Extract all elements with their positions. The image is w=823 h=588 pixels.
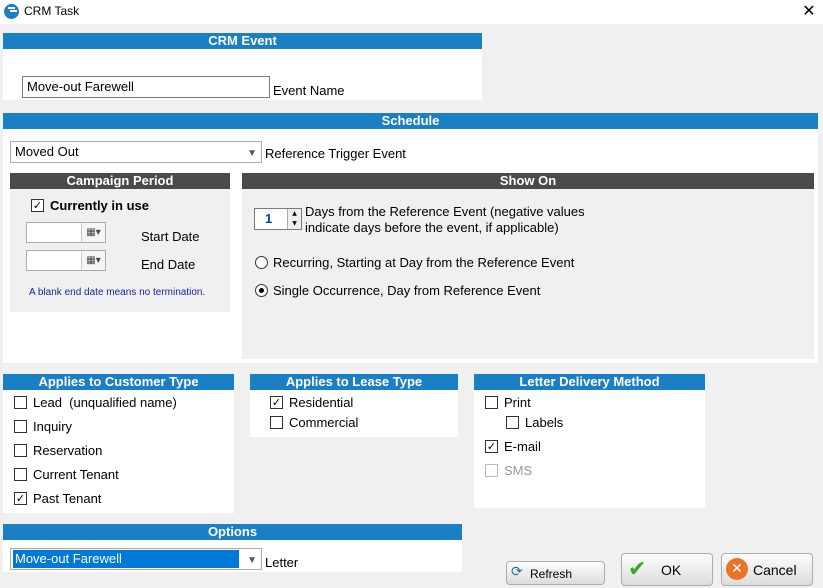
calendar-icon[interactable]: ▦▾ (81, 223, 105, 242)
residential-checkbox[interactable]: ✓ (270, 396, 283, 409)
crm-event-header: CRM Event (3, 33, 482, 49)
single-occurrence-label: Single Occurrence, Day from Reference Ev… (273, 283, 541, 298)
print-checkbox[interactable] (485, 396, 498, 409)
end-date-picker[interactable]: ▦▾ (26, 250, 106, 271)
calendar-icon[interactable]: ▦▾ (81, 251, 105, 270)
recurring-label: Recurring, Starting at Day from the Refe… (273, 255, 575, 270)
reservation-label: Reservation (33, 443, 103, 458)
commercial-checkbox[interactable] (270, 416, 283, 429)
lead-label: Lead (unqualified name) (33, 395, 177, 410)
show-on-header: Show On (242, 173, 814, 189)
options-panel: Options Move-out Farewell ▼ Letter (3, 524, 462, 572)
ok-button[interactable]: ✔ OK (621, 553, 713, 586)
delivery-method-header: Letter Delivery Method (474, 374, 705, 390)
residential-label: Residential (289, 395, 354, 410)
inquiry-label: Inquiry (33, 419, 73, 434)
print-label: Print (504, 395, 531, 410)
days-text-line1: Days from the Reference Event (negative … (305, 204, 585, 219)
show-on-box: Show On 1 ▲ ▼ Days from the Reference Ev… (242, 173, 814, 359)
schedule-header: Schedule (3, 113, 818, 129)
cancel-label: Cancel (753, 562, 797, 578)
start-date-picker[interactable]: ▦▾ (26, 222, 106, 243)
app-icon (4, 4, 19, 19)
delivery-method-panel: Letter Delivery Method Print Labels ✓ E-… (474, 374, 705, 508)
trigger-event-select[interactable]: Moved Out ▼ (10, 141, 262, 163)
refresh-icon: ⟳ (511, 564, 523, 580)
current-tenant-checkbox[interactable] (14, 468, 27, 481)
lease-type-header: Applies to Lease Type (250, 374, 458, 390)
lead-checkbox[interactable] (14, 396, 27, 409)
schedule-panel: Schedule Moved Out ▼ Reference Trigger E… (3, 113, 818, 363)
window-title: CRM Task (24, 4, 80, 18)
spin-up-icon[interactable]: ▲ (288, 209, 301, 219)
days-text-line2: indicate days before the event, if appli… (305, 220, 559, 235)
past-tenant-label: Past Tenant (33, 491, 102, 506)
labels-label: Labels (525, 415, 564, 430)
commercial-label: Commercial (289, 415, 359, 430)
letter-select[interactable]: Move-out Farewell ▼ (10, 548, 262, 570)
reservation-checkbox[interactable] (14, 444, 27, 457)
inquiry-checkbox[interactable] (14, 420, 27, 433)
event-name-label: Event Name (273, 83, 345, 98)
campaign-period-header: Campaign Period (10, 173, 230, 189)
days-spinner[interactable]: 1 ▲ ▼ (254, 208, 302, 230)
email-label: E-mail (504, 439, 541, 454)
sms-label: SMS (504, 463, 533, 478)
start-date-label: Start Date (141, 229, 200, 244)
ok-label: OK (661, 562, 682, 578)
letter-selected-value: Move-out Farewell (13, 550, 239, 568)
event-name-input[interactable]: Move-out Farewell (22, 76, 270, 98)
customer-type-panel: Applies to Customer Type Lead (unqualifi… (3, 374, 234, 513)
letter-label: Letter (265, 555, 299, 570)
cancel-button[interactable]: ✕ Cancel (721, 553, 813, 586)
checkmark-icon: ✔ (628, 557, 647, 582)
labels-checkbox[interactable] (506, 416, 519, 429)
lease-type-panel: Applies to Lease Type ✓ Residential Comm… (250, 374, 458, 437)
currently-in-use-checkbox[interactable]: ✓ (31, 199, 44, 212)
trigger-event-label: Reference Trigger Event (265, 146, 406, 161)
spin-down-icon[interactable]: ▼ (288, 219, 301, 229)
currently-in-use-label: Currently in use (50, 198, 149, 213)
refresh-button[interactable]: ⟳ Refresh (506, 561, 605, 585)
days-value: 1 (265, 211, 273, 226)
cancel-icon: ✕ (726, 558, 748, 580)
trigger-event-value: Moved Out (15, 144, 79, 159)
close-icon[interactable]: ✕ (799, 1, 819, 21)
title-bar: CRM Task ✕ (0, 0, 823, 24)
options-header: Options (3, 524, 462, 540)
radio-selected-dot (259, 288, 264, 293)
refresh-label: Refresh (530, 567, 573, 581)
past-tenant-checkbox[interactable]: ✓ (14, 492, 27, 505)
customer-type-header: Applies to Customer Type (3, 374, 234, 390)
end-date-label: End Date (141, 257, 196, 272)
crm-event-panel: CRM Event Move-out Farewell Event Name (3, 33, 482, 100)
chevron-down-icon: ▼ (247, 555, 257, 566)
sms-checkbox (485, 464, 498, 477)
end-date-note: A blank end date means no termination. (29, 287, 206, 298)
recurring-radio[interactable] (255, 256, 268, 269)
email-checkbox[interactable]: ✓ (485, 440, 498, 453)
single-occurrence-radio[interactable] (255, 284, 268, 297)
chevron-down-icon: ▼ (247, 148, 257, 159)
current-tenant-label: Current Tenant (33, 467, 119, 482)
campaign-period-box: Campaign Period ✓ Currently in use ▦▾ St… (10, 173, 230, 312)
